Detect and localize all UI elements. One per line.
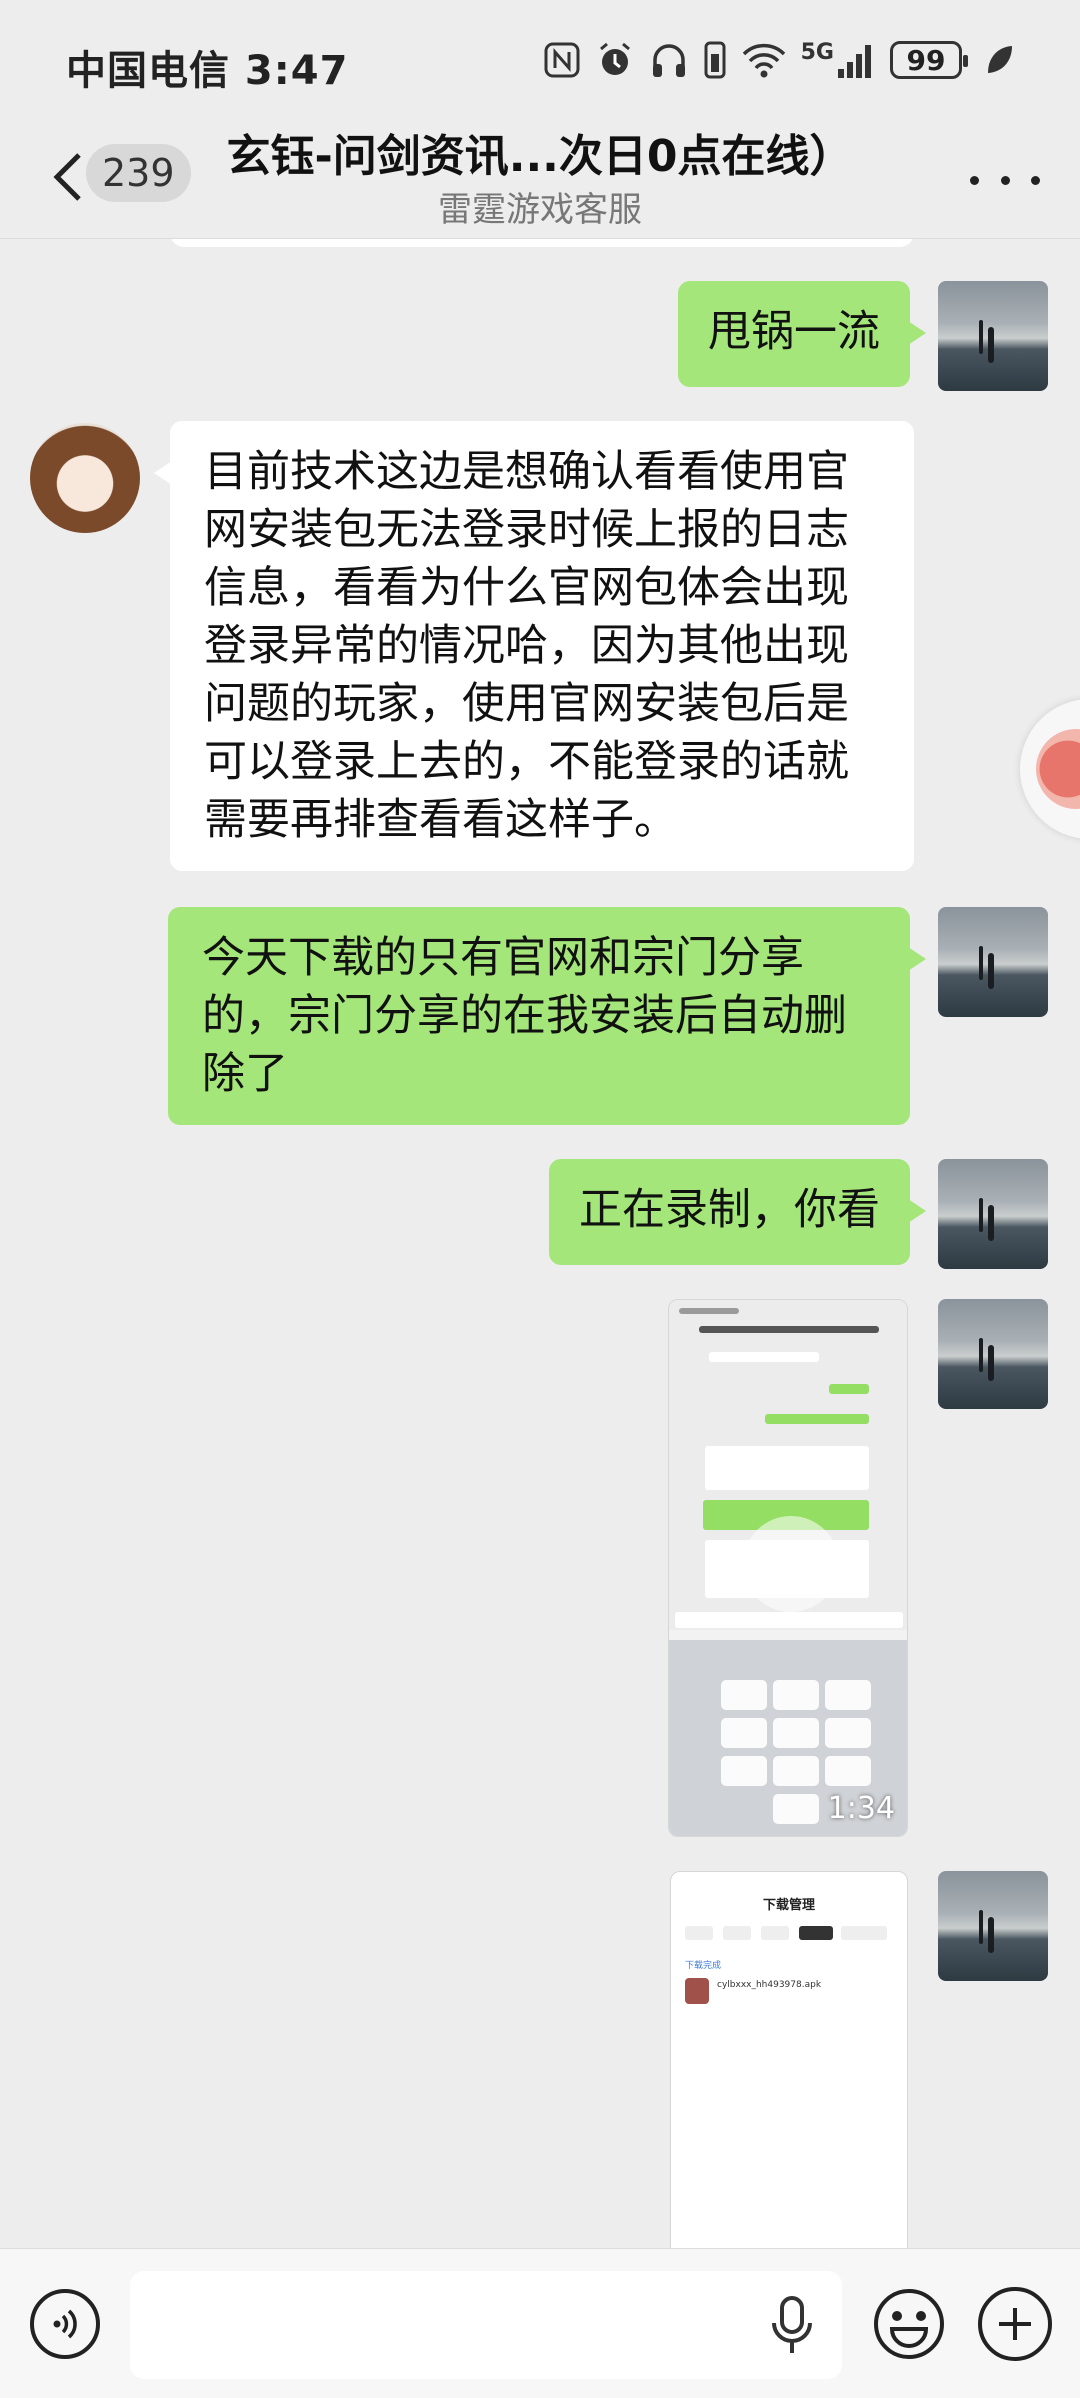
carrier-time: 中国电信 3:47 — [66, 48, 349, 94]
video-duration: 1:34 — [827, 1791, 895, 1826]
apk-file-icon — [685, 1978, 709, 2004]
message-bubble-me[interactable]: 正在录制，你看 — [549, 1159, 926, 1265]
message-bubble-me[interactable]: 甩锅一流 — [678, 281, 926, 387]
battery-level: 99 — [906, 43, 946, 77]
chat-title[interactable]: 玄钰-问剑资讯...次日0点在线） — [200, 120, 880, 184]
emoji-icon[interactable] — [872, 2287, 946, 2361]
chat-subtitle: 雷霆游戏客服 — [438, 190, 642, 230]
video-message[interactable]: 1:34 — [668, 1299, 908, 1837]
alarm-icon — [599, 42, 630, 75]
signal-icon — [838, 45, 871, 78]
image-preview-title: 下载管理 — [762, 1898, 815, 1913]
message-input[interactable] — [130, 2271, 842, 2379]
my-avatar[interactable] — [938, 907, 1048, 1017]
mic-icon[interactable] — [768, 2295, 816, 2357]
plus-icon — [999, 2308, 1031, 2340]
my-avatar[interactable] — [938, 1159, 1048, 1269]
vibrate-icon — [704, 41, 726, 79]
play-icon — [775, 1543, 809, 1585]
agent-avatar[interactable] — [30, 423, 140, 533]
my-avatar[interactable] — [938, 1299, 1048, 1409]
image-message[interactable]: 下载管理 下载完成 cylbxxx_hh493978.apk — [670, 1871, 908, 2248]
chevron-left-icon — [53, 153, 81, 201]
leaf-icon — [988, 46, 1012, 73]
unread-count-badge[interactable]: 239 — [86, 144, 191, 202]
dot-icon — [1031, 175, 1040, 185]
floating-assistant-icon[interactable] — [1020, 699, 1080, 839]
network-type: 5G — [800, 40, 834, 65]
status-bar: 中国电信 3:47 5G 99 — [0, 0, 1080, 120]
wifi-icon — [742, 43, 785, 78]
play-button[interactable] — [743, 1516, 839, 1612]
voice-icon — [53, 2309, 77, 2339]
my-avatar[interactable] — [938, 281, 1048, 391]
status-icons: 5G 99 — [543, 40, 1014, 80]
dot-icon — [1000, 175, 1010, 185]
chat-header: 239 玄钰-问剑资讯...次日0点在线） 雷霆游戏客服 — [0, 120, 1080, 240]
message-text: 目前技术这边是想确认看看使用官网安装包无法登录时候上报的日志信息，看看为什么官网… — [204, 447, 849, 845]
chat-messages[interactable]: 甩锅一流 目前技术这边是想确认看看使用官网安装包无法登录时候上报的日志信息，看看… — [0, 238, 1080, 2248]
more-options-button[interactable] — [970, 160, 1040, 200]
image-preview-section: 下载完成 — [685, 1961, 722, 1971]
plus-button[interactable] — [978, 2287, 1052, 2361]
input-bar — [0, 2248, 1080, 2398]
message-text: 甩锅一流 — [708, 307, 880, 357]
message-bubble-agent[interactable]: 目前技术这边是想确认看看使用官网安装包无法登录时候上报的日志信息，看看为什么官网… — [154, 421, 914, 871]
voice-toggle-button[interactable] — [30, 2289, 100, 2359]
message-bubble-me[interactable]: 今天下载的只有官网和宗门分享的，宗门分享的在我安装后自动删除了 — [168, 907, 926, 1125]
my-avatar[interactable] — [938, 1871, 1048, 1981]
message-text: 今天下载的只有官网和宗门分享的，宗门分享的在我安装后自动删除了 — [202, 933, 847, 1099]
previous-message-bubble — [170, 239, 914, 247]
battery-icon: 99 — [890, 41, 968, 79]
message-text: 正在录制，你看 — [579, 1185, 880, 1235]
nfc-icon — [544, 42, 580, 78]
dot-icon — [970, 175, 979, 185]
image-preview-file-name: cylbxxx_hh493978.apk — [717, 1980, 822, 1990]
headphones-icon — [652, 44, 685, 77]
